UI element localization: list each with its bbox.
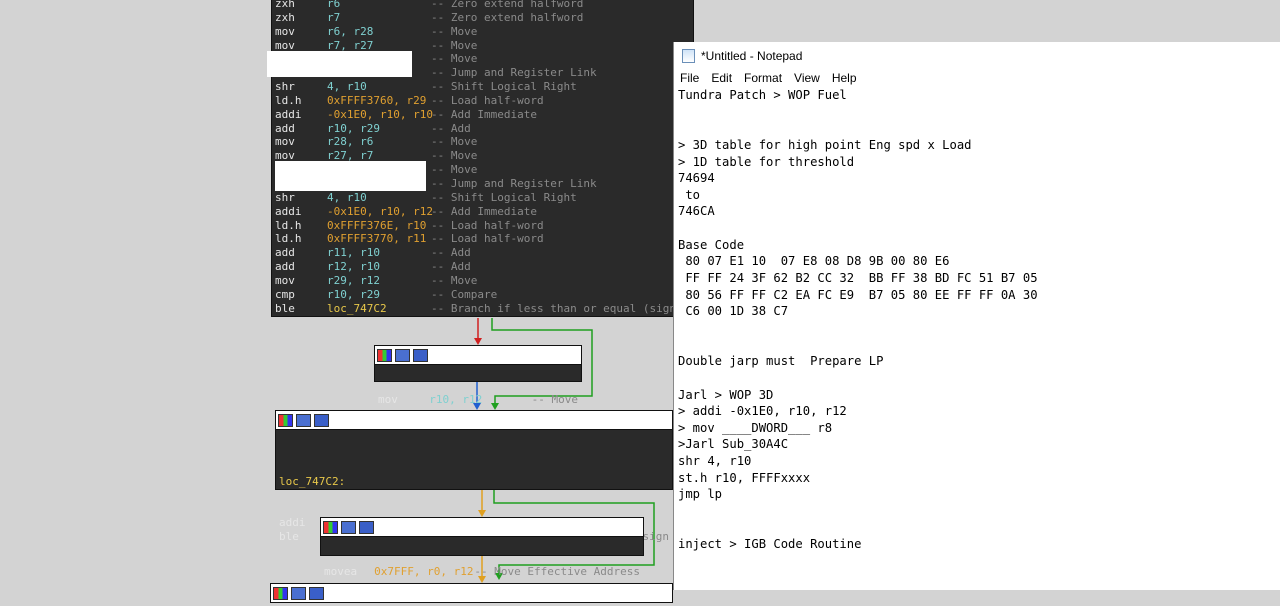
menu-edit[interactable]: Edit [711,71,732,85]
edit-icon[interactable] [341,520,356,534]
color-icon[interactable] [278,413,293,427]
text-line: Base Code [678,237,745,252]
text-line: FF FF 24 3F 62 B2 CC 32 BB FF 38 BD FC 5… [678,271,1038,286]
text-line [678,220,1276,237]
color-icon[interactable] [323,520,338,534]
code-block-next[interactable] [270,583,673,603]
text-line: 746CA [678,204,715,219]
menu-bar: File Edit Format View Help [674,69,1280,87]
text-line: Jarl > WOP 3D [678,387,774,402]
code-block-mov[interactable]: mov r10, r12 -- Move [374,345,582,406]
comment: -- Move [531,392,578,406]
text-line [678,120,1276,137]
text-line: shr 4, r10 [678,454,752,469]
graph-icon[interactable] [314,413,329,427]
text-line [678,320,1276,337]
title-bar[interactable]: *Untitled - Notepad [674,42,1280,69]
text-line: Tundra Patch > WOP Fuel [678,88,847,102]
edit-icon[interactable] [291,586,306,600]
edit-icon[interactable] [395,348,410,362]
edit-icon[interactable] [296,413,311,427]
code-block-loc-747c2[interactable]: loc_747C2: addi-0x7FFF, r12, r0-- Add Im… [275,410,673,543]
menu-file[interactable]: File [680,71,699,85]
mnemonic: mov [378,392,398,406]
text-line: Double jarp must Prepare LP [678,354,884,369]
text-line: > addi -0x1E0, r10, r12 [678,404,847,419]
color-icon[interactable] [377,348,392,362]
text-line [678,520,1276,537]
mnemonic: movea [324,564,358,578]
menu-help[interactable]: Help [832,71,857,85]
window-title: *Untitled - Notepad [701,48,803,63]
block-header [321,518,643,537]
text-line: to [678,187,701,202]
menu-view[interactable]: View [794,71,820,85]
text-line [678,104,1276,121]
text-line: >Jarl Sub_30A4C [678,437,789,452]
text-line [678,337,1276,354]
comment: -- Move Effective Address [474,564,640,578]
block-header [375,346,581,365]
text-line [678,503,1276,520]
text-line: C6 00 1D 38 C7 [678,304,789,319]
code-block-movea[interactable]: movea 0x7FFF, r0, r12 -- Move Effective Ad… [320,517,644,578]
text-line [678,370,1276,387]
notepad-icon [682,48,695,63]
text-line: 80 07 E1 10 07 E8 08 D8 9B 00 80 E6 [678,254,950,269]
graph-icon[interactable] [309,586,324,600]
operands: r10, r12 [429,392,483,406]
text-line: > 3D table for high point Eng spd x Load [678,137,972,152]
block-header [276,411,672,430]
text-line: 74694 [678,171,715,186]
block-label: loc_747C2: [279,474,346,488]
text-line: jmp lp [678,487,723,502]
graph-icon[interactable] [359,520,374,534]
notepad-window[interactable]: *Untitled - Notepad File Edit Format Vie… [673,42,1280,590]
text-line: > 1D table for threshold [678,154,855,169]
text-line: inject > IGB Code Routine [678,537,862,552]
block-header [271,584,672,603]
menu-format[interactable]: Format [744,71,782,85]
operands: 0x7FFF, r0, r12 [374,564,474,578]
text-line: st.h r10, FFFFxxxx [678,470,811,485]
text-line: > mov ____DWORD___ r8 [678,420,833,435]
text-line: 80 56 FF FF C2 EA FC E9 B7 05 80 EE FF F… [678,287,1038,302]
text-editor[interactable]: Tundra Patch > WOP Fuel > 3D table for hi… [674,87,1280,553]
color-icon[interactable] [273,586,288,600]
graph-icon[interactable] [413,348,428,362]
